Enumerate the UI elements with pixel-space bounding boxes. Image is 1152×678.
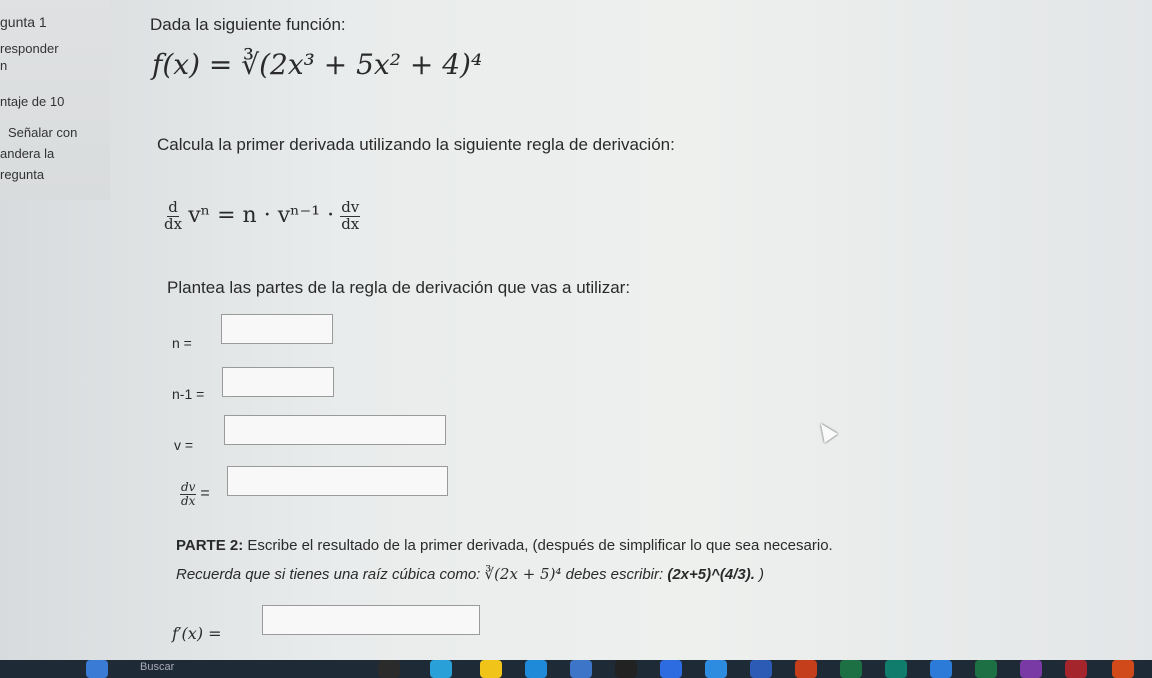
intro-text: Dada la siguiente función: xyxy=(150,15,346,34)
onenote-icon[interactable] xyxy=(1020,660,1042,678)
recuerda-text: Recuerda que si tienes una raíz cúbica c… xyxy=(176,565,765,583)
v-label: v = xyxy=(174,437,194,453)
start-icon[interactable] xyxy=(86,660,108,678)
dvdx-input[interactable] xyxy=(227,466,448,496)
taskbar-search[interactable]: Buscar xyxy=(140,661,174,673)
derivation-rule: d dx vⁿ = n · vⁿ⁻¹ · dv dx xyxy=(164,198,361,233)
instruction-text: Calcula la primer derivada utilizando la… xyxy=(157,135,675,154)
publisher-icon[interactable] xyxy=(885,660,907,678)
n-minus-1-input[interactable] xyxy=(222,367,334,397)
dvdx-label: dv dx = xyxy=(180,480,210,508)
n-input[interactable] xyxy=(221,314,333,344)
word-icon[interactable] xyxy=(750,660,772,678)
part2-text: PARTE 2: Escribe el resultado de la prim… xyxy=(176,537,833,554)
taskbar: Buscar xyxy=(0,660,1152,678)
excel-icon[interactable] xyxy=(840,660,862,678)
n-minus-1-label: n-1 = xyxy=(172,386,205,402)
mouse-pointer-icon xyxy=(814,419,838,443)
edge-icon[interactable] xyxy=(430,660,452,678)
project-icon[interactable] xyxy=(975,660,997,678)
v-input[interactable] xyxy=(224,415,446,445)
browser-icon[interactable] xyxy=(525,660,547,678)
task-view-icon[interactable] xyxy=(378,660,400,678)
app-icon[interactable] xyxy=(705,660,727,678)
access-icon[interactable] xyxy=(1065,660,1087,678)
store-icon[interactable] xyxy=(570,660,592,678)
plantea-text: Plantea las partes de la regla de deriva… xyxy=(167,278,631,297)
powerpoint-icon[interactable] xyxy=(795,660,817,678)
facebook-icon[interactable] xyxy=(660,660,682,678)
visio-icon[interactable] xyxy=(930,660,952,678)
fprime-label: f′(x) = xyxy=(172,624,222,643)
function-formula: f(x) = ∛(2x³ + 5x² + 4)⁴ xyxy=(152,48,483,81)
amazon-icon[interactable] xyxy=(615,660,637,678)
outlook-icon[interactable] xyxy=(1112,660,1134,678)
fprime-input[interactable] xyxy=(262,605,480,635)
question-content: Dada la siguiente función: f(x) = ∛(2x³ … xyxy=(0,0,1152,678)
n-label: n = xyxy=(172,335,192,351)
file-explorer-icon[interactable] xyxy=(480,660,502,678)
